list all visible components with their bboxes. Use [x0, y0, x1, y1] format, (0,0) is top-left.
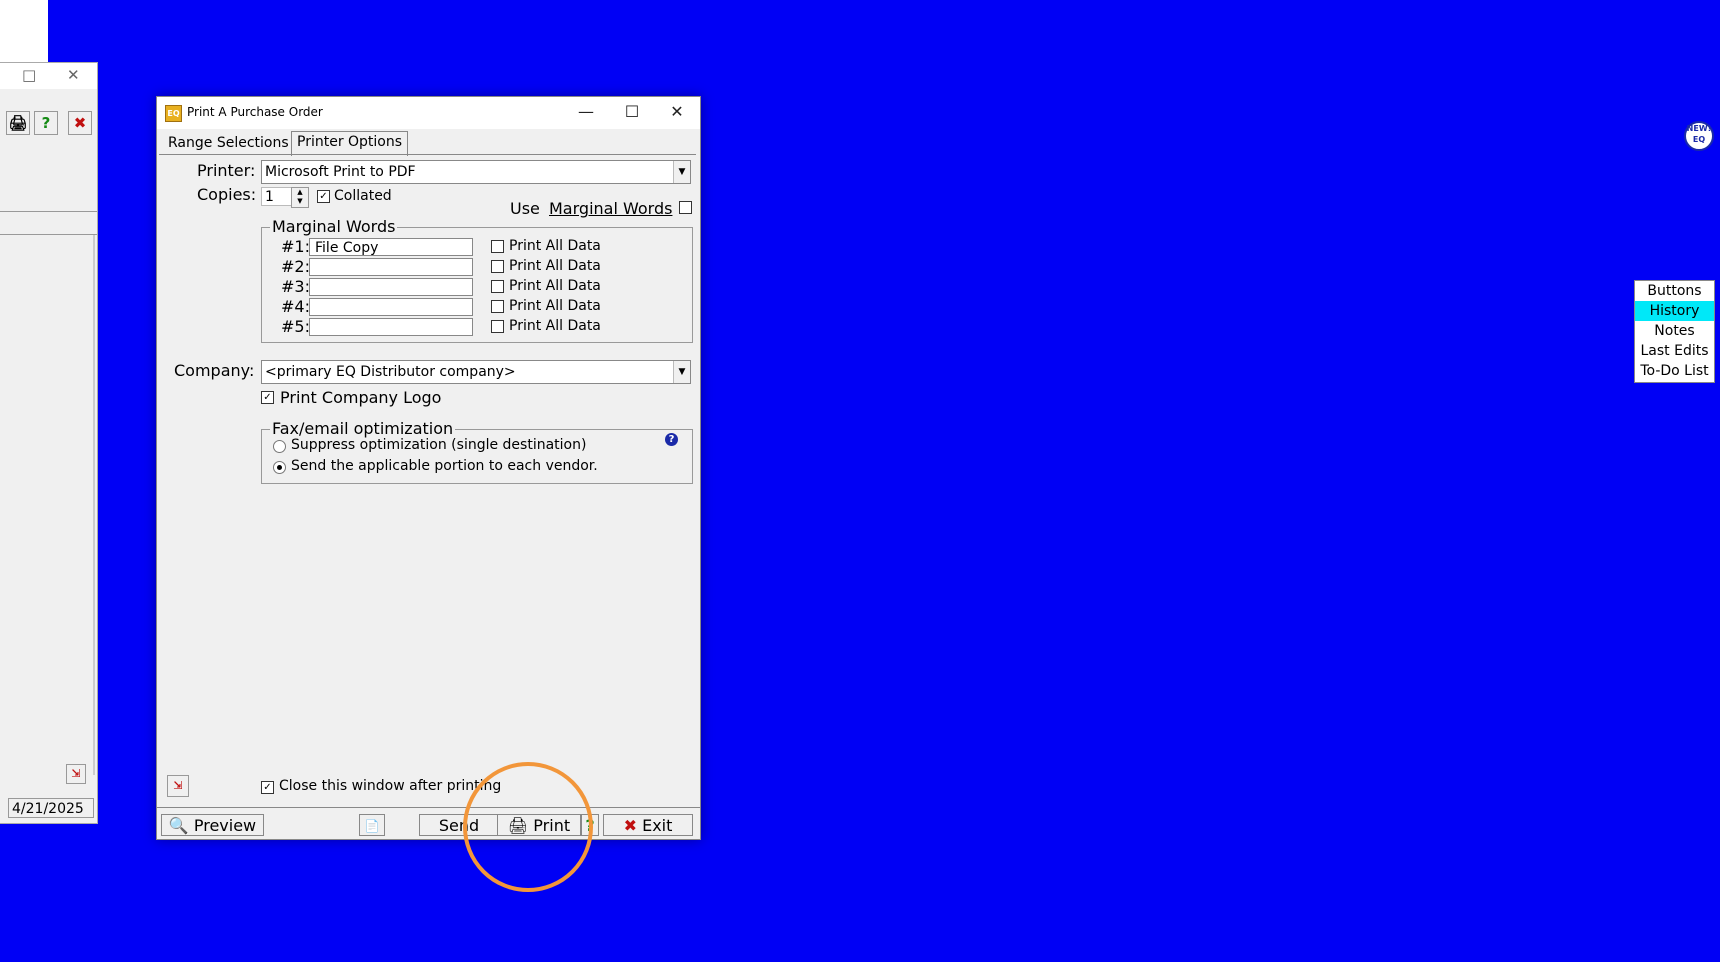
dialog-button-bar: 🔍 Preview 📄 Send 🖨 Print ? ✖ Exit	[157, 807, 700, 840]
send-applicable-portion-label: Send the applicable portion to each vend…	[291, 458, 598, 474]
marginal-word-label-1: #1:	[281, 237, 310, 256]
printer-icon[interactable]: 🖨	[6, 111, 30, 135]
print-all-data-checkbox-2[interactable]	[491, 260, 504, 273]
copies-spinner[interactable]: ▲ ▼	[291, 187, 309, 208]
new-badge-line1: NEW!	[1686, 124, 1712, 133]
background-window: □ ✕ 🖨 ? ✖ ⇲ 4/21/2025	[0, 62, 98, 824]
maximize-icon[interactable]: □	[22, 66, 36, 84]
help-icon[interactable]: ?	[665, 433, 678, 446]
magnifier-icon: 🔍	[168, 816, 189, 835]
side-item-last-edits[interactable]: Last Edits	[1635, 341, 1714, 361]
copies-label: Copies:	[197, 185, 257, 204]
close-after-printing-checkbox[interactable]: ✓	[261, 781, 274, 794]
preview-button[interactable]: 🔍 Preview	[161, 814, 264, 836]
background-content-pane	[0, 235, 95, 775]
marginal-word-input-5[interactable]	[309, 318, 473, 336]
print-all-data-checkbox-5[interactable]	[491, 320, 504, 333]
use-marginal-words-label: Marginal Words	[549, 199, 673, 218]
exit-button[interactable]: ✖ Exit	[603, 814, 693, 836]
dialog-titlebar: EQ Print A Purchase Order — ☐ ✕	[157, 97, 700, 129]
marginal-word-input-3[interactable]	[309, 278, 473, 296]
close-x-icon[interactable]: ✖	[68, 111, 92, 135]
print-company-logo-label: Print Company Logo	[280, 388, 442, 407]
company-value: <primary EQ Distributor company>	[265, 364, 516, 380]
new-eq-badge-icon[interactable]: NEW! EQ	[1684, 121, 1714, 151]
collated-label: Collated	[334, 188, 392, 204]
fax-email-optimization-legend: Fax/email optimization	[270, 419, 456, 438]
marginal-word-label-4: #4:	[281, 297, 310, 316]
copy-icon: 📄	[364, 819, 380, 833]
print-all-data-checkbox-1[interactable]	[491, 240, 504, 253]
company-dropdown[interactable]: <primary EQ Distributor company> ▼	[261, 360, 691, 384]
send-applicable-portion-radio[interactable]	[273, 461, 286, 474]
suppress-optimization-radio[interactable]	[273, 440, 286, 453]
side-item-history[interactable]: History	[1635, 301, 1714, 321]
side-item-buttons[interactable]: Buttons	[1635, 281, 1714, 301]
marginal-word-label-3: #3:	[281, 277, 310, 296]
tab-strip: Range Selections Printer Options	[157, 129, 700, 156]
marginal-word-label-2: #2:	[281, 257, 310, 276]
printer-label: Printer:	[197, 161, 256, 180]
dialog-title: Print A Purchase Order	[187, 105, 323, 119]
maximize-icon[interactable]: ☐	[617, 102, 647, 121]
desktop-white-region	[0, 0, 48, 62]
divider	[0, 211, 97, 212]
marginal-word-input-2[interactable]	[309, 258, 473, 276]
use-marginal-words-checkbox[interactable]	[679, 201, 692, 214]
print-purchase-order-dialog: EQ Print A Purchase Order — ☐ ✕ Range Se…	[156, 96, 701, 840]
click-highlight-ring	[463, 762, 593, 892]
minimize-icon[interactable]: —	[571, 102, 601, 121]
background-window-titlebar: □ ✕	[0, 63, 97, 89]
side-item-todo-list[interactable]: To-Do List	[1635, 361, 1714, 381]
collated-checkbox[interactable]: ✓	[317, 190, 330, 203]
company-label: Company:	[174, 361, 255, 380]
close-icon[interactable]: ✕	[67, 66, 80, 84]
side-item-notes[interactable]: Notes	[1635, 321, 1714, 341]
marginal-word-input-1[interactable]: File Copy	[309, 238, 473, 256]
chevron-down-icon[interactable]: ▼	[673, 161, 690, 183]
marginal-word-label-5: #5:	[281, 317, 310, 336]
print-all-data-label-1: Print All Data	[509, 238, 601, 254]
app-icon: EQ	[165, 105, 182, 122]
close-icon[interactable]: ✕	[662, 102, 692, 121]
tab-printer-options[interactable]: Printer Options	[291, 131, 409, 156]
exit-button-label: Exit	[642, 816, 673, 835]
printer-value: Microsoft Print to PDF	[265, 164, 416, 180]
print-all-data-checkbox-3[interactable]	[491, 280, 504, 293]
print-all-data-label-2: Print All Data	[509, 258, 601, 274]
side-panel: Buttons History Notes Last Edits To-Do L…	[1634, 280, 1715, 383]
print-all-data-label-3: Print All Data	[509, 278, 601, 294]
suppress-optimization-label: Suppress optimization (single destinatio…	[291, 437, 587, 453]
background-toolbar: 🖨 ? ✖	[0, 111, 97, 139]
print-all-data-label-4: Print All Data	[509, 298, 601, 314]
close-x-icon: ✖	[623, 816, 637, 835]
export-icon[interactable]: ⇲	[66, 764, 86, 784]
close-after-printing-label: Close this window after printing	[279, 778, 502, 794]
print-company-logo-checkbox[interactable]: ✓	[261, 391, 274, 404]
use-marginal-words-prefix: Use	[510, 199, 540, 218]
print-all-data-label-5: Print All Data	[509, 318, 601, 334]
print-all-data-checkbox-4[interactable]	[491, 300, 504, 313]
help-icon[interactable]: ?	[34, 111, 58, 135]
preview-button-label: Preview	[193, 816, 257, 835]
printer-dropdown[interactable]: Microsoft Print to PDF ▼	[261, 160, 691, 184]
marginal-words-legend: Marginal Words	[270, 217, 398, 236]
export-icon[interactable]: ⇲	[167, 775, 189, 797]
date-field: 4/21/2025	[8, 798, 94, 818]
marginal-word-input-4[interactable]	[309, 298, 473, 316]
chevron-down-icon[interactable]: ▼	[673, 361, 690, 383]
tab-range-selections[interactable]: Range Selections	[163, 133, 294, 154]
copy-button[interactable]: 📄	[359, 814, 385, 836]
copies-input[interactable]: 1	[261, 187, 295, 206]
new-badge-line2: EQ	[1692, 135, 1706, 144]
